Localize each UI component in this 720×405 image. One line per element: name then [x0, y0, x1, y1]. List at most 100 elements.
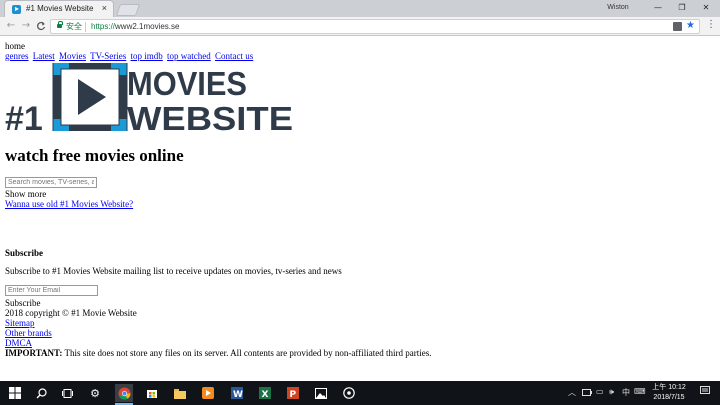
maximize-button[interactable]: ❐ — [670, 0, 694, 16]
forward-button[interactable]: → — [19, 19, 33, 33]
play-logo-icon — [52, 63, 128, 131]
browser-titlebar: #1 Movies Website - W × Wiston — ❐ ✕ — [0, 0, 720, 17]
url-scheme: https:// — [91, 22, 116, 31]
settings-icon[interactable]: ⚙ — [86, 384, 104, 402]
windows-start-icon[interactable] — [6, 384, 24, 402]
browser-toolbar: ← → 安全 https://www2.1movies.se ★ ⋮ — [0, 17, 720, 36]
other-brands-link[interactable]: Other brands — [5, 328, 52, 338]
nav-link-tv-series[interactable]: TV-Series — [90, 51, 126, 61]
store-icon[interactable] — [143, 384, 161, 402]
logo-word-website: WEBSITE — [127, 100, 293, 131]
network-icon[interactable]: ▭ — [596, 387, 604, 396]
lock-icon — [57, 21, 63, 28]
tab-title: #1 Movies Website - W — [26, 4, 94, 13]
subscribe-description: Subscribe to #1 Movies Website mailing l… — [5, 266, 342, 276]
search-input[interactable] — [5, 177, 97, 188]
bookmark-star-icon[interactable]: ★ — [686, 19, 695, 32]
back-button[interactable]: ← — [4, 19, 18, 33]
nav-link-contact-us[interactable]: Contact us — [215, 51, 253, 61]
disclaimer-text: This site does not store any files on it… — [62, 348, 432, 358]
new-tab-button[interactable] — [115, 4, 141, 16]
dmca-link[interactable]: DMCA — [5, 338, 32, 348]
address-bar[interactable]: 安全 https://www2.1movies.se ★ — [50, 19, 700, 34]
site-favicon-icon — [12, 5, 21, 14]
subscribe-button[interactable]: Subscribe — [5, 298, 41, 308]
email-field[interactable] — [5, 285, 98, 296]
media-play-icon — [202, 387, 214, 399]
ime-mode-indicator[interactable]: 中 — [622, 387, 630, 398]
logo-word-movies: MOVIES — [127, 65, 247, 102]
old-site-link[interactable]: Wanna use old #1 Movies Website? — [5, 199, 133, 209]
secure-label: 安全 — [66, 22, 82, 31]
web-page: home genres Latest Movies TV-Series top … — [0, 37, 720, 381]
logo-number: #1 — [5, 100, 43, 131]
window-user-badge[interactable]: Wiston — [594, 2, 642, 14]
subscribe-heading: Subscribe — [5, 248, 44, 258]
close-window-button[interactable]: ✕ — [694, 0, 718, 16]
svg-text:W: W — [233, 390, 243, 399]
reload-button[interactable] — [34, 19, 48, 33]
ime-icon[interactable]: ⌨ — [634, 387, 646, 396]
url-host: www2.1movies.se — [115, 22, 180, 31]
browser-tab[interactable]: #1 Movies Website - W × — [4, 0, 114, 17]
magnifier-icon — [36, 387, 47, 398]
nav-link-top-imdb[interactable]: top imdb — [131, 51, 163, 61]
minimize-button[interactable]: — — [646, 0, 670, 16]
nav-link-genres[interactable]: genres — [5, 51, 29, 61]
word-icon[interactable]: W — [228, 384, 246, 402]
word-logo-icon: W — [231, 387, 243, 399]
taskbar-clock[interactable]: 上午 10:12 2018/7/15 — [646, 383, 692, 403]
footer-link-row-brands: Other brands — [5, 328, 52, 338]
chrome-logo-icon — [118, 387, 130, 400]
main-nav: genres Latest Movies TV-Series top imdb … — [5, 51, 255, 61]
store-bag-icon — [147, 390, 157, 398]
folder-icon — [174, 388, 186, 399]
footer-link-row-dmca: DMCA — [5, 338, 32, 348]
task-view-glyph-icon — [61, 388, 73, 398]
svg-text:P: P — [290, 390, 297, 399]
action-center-icon — [700, 386, 710, 394]
photo-landscape-icon — [315, 387, 327, 399]
excel-logo-icon: X — [259, 387, 271, 399]
home-text: home — [5, 41, 25, 51]
nav-link-movies[interactable]: Movies — [59, 51, 86, 61]
nav-link-top-watched[interactable]: top watched — [167, 51, 211, 61]
address-divider — [85, 22, 86, 32]
tab-close-icon[interactable]: × — [102, 3, 107, 13]
groove-music-icon[interactable] — [340, 384, 358, 402]
task-view-icon[interactable] — [58, 384, 76, 402]
music-disc-icon — [343, 387, 355, 399]
photos-icon[interactable] — [312, 384, 330, 402]
reload-icon — [37, 21, 46, 31]
site-logo[interactable]: #1 MOVIES WEBSITE — [5, 63, 295, 131]
translate-icon[interactable] — [673, 22, 682, 31]
clock-date: 2018/7/15 — [653, 394, 685, 401]
browser-menu-icon[interactable]: ⋮ — [706, 19, 716, 30]
footer-link-row-sitemap: Sitemap — [5, 318, 35, 328]
powerpoint-logo-icon: P — [287, 387, 299, 399]
disclaimer-label: IMPORTANT: — [5, 348, 63, 358]
copyright-text: 2018 copyright © #1 Movie Website — [5, 308, 137, 318]
chrome-icon[interactable] — [115, 384, 133, 405]
url-text: https://www2.1movies.se — [91, 20, 179, 33]
powerpoint-icon[interactable]: P — [284, 384, 302, 402]
file-explorer-icon[interactable] — [171, 384, 189, 402]
old-site-link-wrapper: Wanna use old #1 Movies Website? — [5, 199, 133, 209]
volume-icon[interactable]: 🕪 — [609, 387, 614, 397]
show-more-button[interactable]: Show more — [5, 189, 46, 199]
battery-icon[interactable] — [582, 389, 592, 398]
battery-glyph-icon — [582, 389, 592, 396]
disclaimer: IMPORTANT: This site does not store any … — [5, 348, 431, 358]
sitemap-link[interactable]: Sitemap — [5, 318, 35, 328]
notification-icon[interactable] — [700, 386, 710, 398]
svg-text:X: X — [262, 390, 269, 399]
media-player-icon[interactable] — [199, 384, 217, 402]
nav-link-latest[interactable]: Latest — [33, 51, 55, 61]
taskbar: ⚙ W X P ︿ ▭ 🕪 中 ⌨ 上午 10:12 2018/7/15 — [0, 381, 720, 405]
page-heading: watch free movies online — [5, 146, 184, 165]
excel-icon[interactable]: X — [256, 384, 274, 402]
windows-logo-icon — [9, 387, 21, 399]
tray-chevron-icon[interactable]: ︿ — [568, 387, 576, 398]
search-icon[interactable] — [32, 384, 50, 402]
clock-time: 上午 10:12 — [652, 384, 686, 391]
